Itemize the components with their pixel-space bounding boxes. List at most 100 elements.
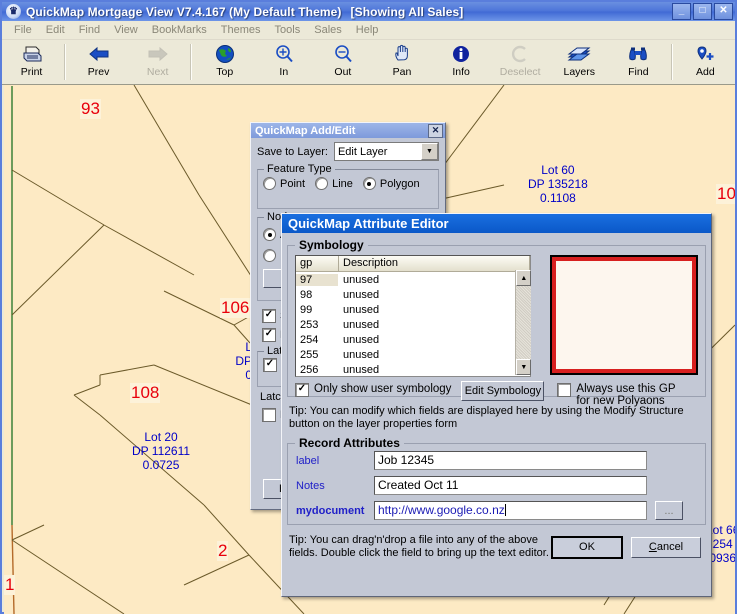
table-row[interactable]: 256 unused xyxy=(296,362,530,376)
symbology-listview[interactable]: gp Description 97 unused 98 unused xyxy=(295,255,531,377)
toolbar-prev-button[interactable]: Prev xyxy=(69,40,128,84)
table-row[interactable]: 255 unused xyxy=(296,347,530,362)
close-button[interactable]: ✕ xyxy=(714,3,733,20)
map-label-partial-lot-line2: DP xyxy=(228,354,252,368)
scroll-up-icon[interactable]: ▲ xyxy=(516,270,531,286)
record-attributes-panel: Record Attributes label Job 12345 Notes … xyxy=(287,443,706,525)
toolbar-next-button[interactable]: Next xyxy=(128,40,187,84)
scroll-down-icon[interactable]: ▼ xyxy=(516,359,531,375)
symbology-col-description[interactable]: Description xyxy=(339,256,530,271)
toolbar-pan-button[interactable]: Pan xyxy=(372,40,431,84)
row-desc: unused xyxy=(338,349,379,361)
scrollbar-track[interactable] xyxy=(516,286,531,359)
map-label-partial-lot: L DP 0 xyxy=(228,340,252,382)
radio-line[interactable] xyxy=(315,177,328,190)
edit-symbology-button[interactable]: Edit Symbology xyxy=(461,381,544,401)
menu-file[interactable]: File xyxy=(7,23,39,37)
table-row[interactable]: 254 unused xyxy=(296,332,530,347)
radio-polygon[interactable] xyxy=(363,177,376,190)
menu-sales[interactable]: Sales xyxy=(307,23,349,37)
toolbar-add-button[interactable]: Add xyxy=(676,40,735,84)
row-gp: 99 xyxy=(296,304,338,316)
toolbar-layers-button[interactable]: Layers xyxy=(550,40,609,84)
cancel-button[interactable]: Cancel xyxy=(631,537,701,558)
toolbar-deselect-button[interactable]: Deselect xyxy=(491,40,550,84)
toolbar-info-label: Info xyxy=(452,66,470,78)
attribute-editor-dialog[interactable]: QuickMap Attribute Editor Symbology gp D… xyxy=(281,213,712,597)
binoculars-icon xyxy=(627,43,649,65)
layer-select[interactable]: Edit Layer ▼ xyxy=(334,142,439,161)
toolbar-find-label: Find xyxy=(628,66,648,78)
window-title-main: QuickMap Mortgage View V7.4.167 (My Defa… xyxy=(26,5,342,19)
map-label-10: 10 xyxy=(716,184,735,204)
symbology-listview-header: gp Description xyxy=(296,256,530,272)
symbology-legend: Symbology xyxy=(295,238,368,252)
menu-bookmarks[interactable]: BookMarks xyxy=(145,23,214,37)
menu-tools[interactable]: Tools xyxy=(268,23,308,37)
latch-group-2-legend: Latc xyxy=(257,391,284,403)
record-attributes-legend: Record Attributes xyxy=(295,436,404,450)
map-label-lot20-line3: 0.0725 xyxy=(132,458,190,472)
ok-button[interactable]: OK xyxy=(551,536,623,559)
menubar: File Edit Find View BookMarks Themes Too… xyxy=(2,21,735,40)
radio-point[interactable] xyxy=(263,177,276,190)
radio-line-label: Line xyxy=(332,178,353,190)
row-gp: 255 xyxy=(296,349,338,361)
only-show-user-symbology-checkbox[interactable]: ✓ xyxy=(295,383,309,397)
map-label-2: 2 xyxy=(217,541,228,561)
menu-themes[interactable]: Themes xyxy=(214,23,268,37)
add-edit-titlebar: QuickMap Add/Edit ✕ xyxy=(251,123,445,138)
menu-find[interactable]: Find xyxy=(72,23,107,37)
toolbar-zoomin-button[interactable]: In xyxy=(254,40,313,84)
map-label-lot20: Lot 20 DP 112611 0.0725 xyxy=(132,430,190,472)
layers-icon xyxy=(567,43,591,65)
add-edit-title: QuickMap Add/Edit xyxy=(255,125,355,137)
label-field[interactable]: Job 12345 xyxy=(374,451,647,470)
radio-node-a[interactable] xyxy=(263,228,276,241)
symbology-preview-swatch[interactable] xyxy=(550,255,698,375)
symbology-col-gp[interactable]: gp xyxy=(296,256,339,271)
toolbar-top-label: Top xyxy=(216,66,233,78)
toolbar-add-label: Add xyxy=(696,66,715,78)
globe-icon xyxy=(215,43,235,65)
snap-checkbox[interactable]: ✓ xyxy=(262,309,276,323)
row-gp: 98 xyxy=(296,289,338,301)
table-row[interactable]: 99 unused xyxy=(296,302,530,317)
map-label-106: 106 xyxy=(220,298,250,318)
menu-edit[interactable]: Edit xyxy=(39,23,72,37)
always-use-gp-checkbox[interactable] xyxy=(557,383,571,397)
toolbar-top-button[interactable]: Top xyxy=(195,40,254,84)
toolbar-zoomout-button[interactable]: Out xyxy=(313,40,372,84)
radio-polygon-label: Polygon xyxy=(380,178,420,190)
radio-point-label: Point xyxy=(280,178,305,190)
menu-help[interactable]: Help xyxy=(349,23,386,37)
toolbar-zoomout-label: Out xyxy=(334,66,351,78)
map-label-lot20-line2: DP 112611 xyxy=(132,444,190,458)
window-titlebar: ♛ QuickMap Mortgage View V7.4.167 (My De… xyxy=(2,2,735,21)
row-gp: 254 xyxy=(296,334,338,346)
toolbar-prev-label: Prev xyxy=(88,66,110,78)
minimize-button[interactable]: _ xyxy=(672,3,691,20)
table-row[interactable]: 98 unused xyxy=(296,287,530,302)
table-row[interactable]: 97 unused xyxy=(296,272,530,287)
toolbar-print-button[interactable]: Print xyxy=(2,40,61,84)
feature-type-legend: Feature Type xyxy=(264,163,335,175)
latch-1-checkbox[interactable]: ✓ xyxy=(263,358,277,372)
toolbar-find-button[interactable]: Find xyxy=(609,40,668,84)
symbology-scrollbar[interactable]: ▲ ▼ xyxy=(515,270,531,375)
table-row[interactable]: 253 unused xyxy=(296,317,530,332)
mydocument-field[interactable]: http://www.google.co.nz xyxy=(374,501,647,520)
maximize-button[interactable]: □ xyxy=(693,3,712,20)
attribute-editor-titlebar: QuickMap Attribute Editor xyxy=(282,214,711,233)
browse-button[interactable]: ... xyxy=(655,501,683,520)
notes-field[interactable]: Created Oct 11 xyxy=(374,476,647,495)
radio-node-i[interactable] xyxy=(263,249,276,262)
toolbar-info-button[interactable]: Info xyxy=(432,40,491,84)
zoom-out-icon xyxy=(333,43,353,65)
latch-2-checkbox[interactable] xyxy=(262,408,276,422)
edge-checkbox[interactable]: ✓ xyxy=(262,328,276,342)
menu-view[interactable]: View xyxy=(107,23,145,37)
chevron-down-icon[interactable]: ▼ xyxy=(421,143,438,160)
text-caret xyxy=(505,504,506,516)
add-edit-close-icon[interactable]: ✕ xyxy=(428,124,443,138)
